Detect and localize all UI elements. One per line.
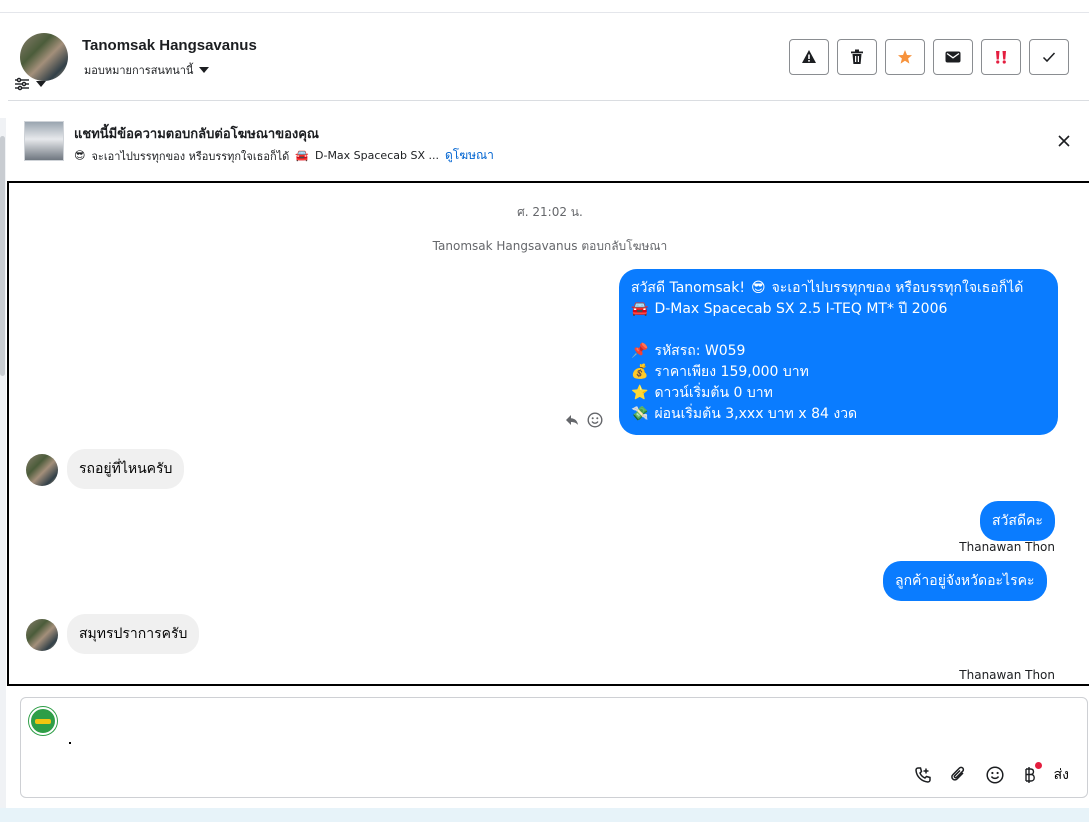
contact-avatar-small[interactable] (26, 454, 58, 486)
star-button[interactable] (885, 39, 925, 75)
star-emoji-icon: ⭐ (631, 384, 649, 401)
contact-avatar[interactable] (20, 33, 68, 81)
assign-conversation-dropdown[interactable]: มอบหมายการสนทนานี้ (84, 61, 210, 79)
close-icon (1058, 135, 1070, 147)
react-emoji-icon[interactable] (587, 412, 603, 428)
text-cursor (69, 742, 71, 744)
composer-tools: ส่ง (914, 762, 1069, 786)
payment-button[interactable] (1022, 762, 1042, 784)
left-scrollbar[interactable] (0, 118, 6, 808)
inbox-conversation: Tanomsak Hangsavanus มอบหมายการสนทนานี้ (0, 0, 1089, 822)
message-composer[interactable]: ส่ง (20, 697, 1088, 798)
check-icon (1042, 52, 1056, 63)
ad-thumbnail[interactable] (24, 121, 64, 161)
scrollbar-thumb[interactable] (0, 136, 5, 376)
chevron-down-icon (36, 81, 46, 87)
ad-reply-note: Tanomsak Hangsavanus ตอบกลับโฆษณา (432, 239, 668, 253)
warning-icon (802, 50, 816, 63)
trash-icon (851, 49, 863, 64)
baht-icon (1024, 767, 1035, 783)
message-hover-tools (565, 412, 603, 428)
delete-button[interactable] (837, 39, 877, 75)
sender-name: Thanawan Thon (959, 540, 1055, 554)
ad-banner-subtitle: 😎 จะเอาไปบรรทุกของ หรือบรรทุกใจเธอก็ได้ … (74, 146, 494, 165)
ad-line-2: 🚘 D-Max Spacecab SX 2.5 I-TEQ MT* ปี 2006 (631, 300, 948, 317)
message-timestamp: ศ. 21:02 น. (517, 205, 583, 219)
view-ad-link[interactable]: ดูโฆษณา (445, 146, 494, 165)
page-avatar (29, 707, 57, 735)
report-button[interactable] (789, 39, 829, 75)
car-emoji-icon: 🚘 (631, 300, 649, 317)
contact-avatar-small[interactable] (26, 619, 58, 651)
star-icon (898, 50, 912, 64)
call-add-icon[interactable] (914, 766, 932, 784)
ad-line-3: 📌 รหัสรถ: W059 (631, 342, 746, 359)
incoming-message[interactable]: รถอยู่ที่ไหนครับ (67, 449, 185, 489)
chevron-down-icon (199, 67, 210, 73)
envelope-icon (945, 51, 961, 63)
emoji-icon[interactable] (986, 766, 1004, 784)
ad-message-bubble[interactable]: สวัสดี Tanomsak! 😎 จะเอาไปบรรทุกของ หรือบร… (619, 269, 1058, 435)
outgoing-message[interactable]: สวัสดีคะ (980, 501, 1055, 541)
bottom-strip (0, 808, 1089, 822)
conversation-header: Tanomsak Hangsavanus มอบหมายการสนทนานี้ (8, 13, 1089, 101)
incoming-message[interactable]: สมุทรปราการครับ (67, 614, 200, 654)
filter-button[interactable] (14, 77, 46, 91)
pushpin-emoji-icon: 📌 (631, 342, 649, 359)
money-bag-emoji-icon: 💰 (631, 363, 649, 380)
attachment-icon[interactable] (950, 766, 968, 784)
outgoing-message[interactable]: ลูกค้าอยู่จังหวัดอะไรคะ (883, 561, 1047, 601)
contact-name[interactable]: Tanomsak Hangsavanus (82, 37, 257, 54)
sender-name: Thanawan Thon (959, 668, 1055, 682)
ad-line-1: สวัสดี Tanomsak! 😎 จะเอาไปบรรทุกของ หรือบร… (631, 279, 1024, 296)
reply-icon[interactable] (565, 414, 579, 426)
message-thread[interactable]: ศ. 21:02 น. Tanomsak Hangsavanus ตอบกลับ… (7, 181, 1089, 686)
ad-line-blank (631, 319, 1046, 340)
spam-button[interactable] (981, 39, 1021, 75)
ad-reply-banner: แชทนี้มีข้อความตอบกลับต่อโฆษณาของคุณ 😎 จ… (8, 102, 1089, 180)
car-emoji-icon: 🚘 (295, 149, 309, 162)
notification-dot (1034, 762, 1042, 769)
close-banner-button[interactable] (1053, 130, 1075, 152)
money-wings-emoji-icon: 💸 (631, 405, 649, 422)
ad-car-text: D-Max Spacecab SX ... (315, 149, 439, 162)
mark-unread-button[interactable] (933, 39, 973, 75)
ad-line-4: 💰 ราคาเพียง 159,000 บาท (631, 363, 809, 380)
ad-subtitle-text: จะเอาไปบรรทุกของ หรือบรรทุกใจเธอก็ได้ (91, 149, 290, 163)
ad-line-6: 💸 ผ่อนเริ่มต้น 3,xxx บาท x 84 งวด (631, 405, 858, 422)
assign-label: มอบหมายการสนทนานี้ (84, 64, 194, 77)
sunglasses-emoji-icon: 😎 (750, 279, 766, 296)
send-button[interactable]: ส่ง (1054, 764, 1069, 786)
spam-icon (996, 51, 1006, 64)
sunglasses-emoji-icon: 😎 (74, 149, 86, 162)
sliders-icon (15, 77, 29, 91)
ad-line-5: ⭐ ดาวน์เริ่มต้น 0 บาท (631, 384, 773, 401)
mark-done-button[interactable] (1029, 39, 1069, 75)
header-actions (789, 39, 1069, 75)
ad-banner-title: แชทนี้มีข้อความตอบกลับต่อโฆษณาของคุณ (74, 127, 319, 142)
